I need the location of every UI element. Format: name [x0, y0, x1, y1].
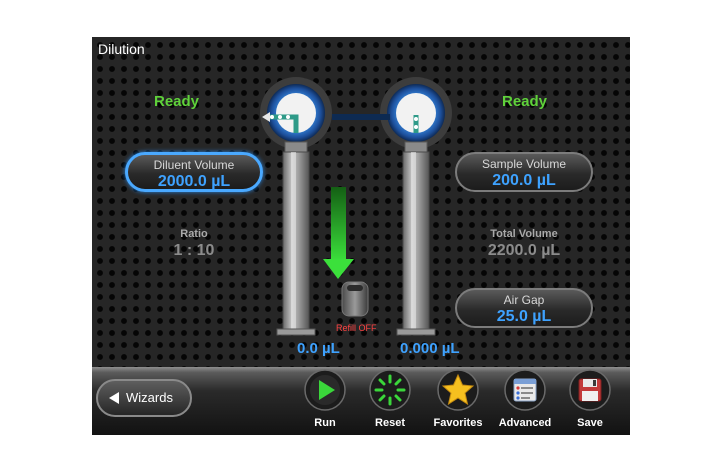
sample-volume-button[interactable]: Sample Volume 200.0 µL	[455, 152, 593, 192]
reset-label: Reset	[375, 417, 405, 429]
star-icon	[437, 369, 479, 411]
screen-title: Dilution	[98, 41, 145, 57]
save-button[interactable]: Save	[558, 369, 622, 433]
right-syringe	[396, 141, 436, 336]
air-gap-label: Air Gap	[503, 293, 545, 307]
ratio-display: Ratio 1 : 10	[144, 228, 244, 260]
reservoir-icon	[341, 281, 369, 317]
floppy-disk-icon	[569, 369, 611, 411]
ratio-value: 1 : 10	[173, 242, 215, 259]
reset-button[interactable]: Reset	[358, 369, 422, 433]
refill-status: Refill OFF	[336, 323, 377, 333]
save-label: Save	[577, 417, 603, 429]
right-syringe-volume: 0.000 µL	[400, 340, 460, 357]
advanced-label: Advanced	[498, 417, 552, 429]
total-volume-display: Total Volume 2200.0 µL	[464, 228, 584, 260]
diluent-volume-value: 2000.0 µL	[157, 173, 231, 190]
wizards-button[interactable]: Wizards	[96, 379, 192, 417]
left-valve	[260, 77, 332, 149]
left-status: Ready	[154, 93, 200, 110]
main-panel: Dilution Ready Ready Diluent Volume 2000…	[92, 37, 630, 367]
advanced-settings-icon	[504, 369, 546, 411]
play-icon	[304, 369, 346, 411]
dilution-screen: Dilution Ready Ready Diluent Volume 2000…	[92, 37, 630, 435]
diluent-volume-button[interactable]: Diluent Volume 2000.0 µL	[125, 152, 263, 192]
sample-volume-value: 200.0 µL	[492, 172, 556, 189]
total-volume-value: 2200.0 µL	[487, 242, 561, 259]
left-syringe	[276, 141, 316, 336]
total-volume-label: Total Volume	[490, 228, 558, 240]
wizards-label: Wizards	[126, 390, 173, 405]
right-status: Ready	[502, 93, 548, 110]
run-button[interactable]: Run	[293, 369, 357, 433]
bottom-toolbar: Wizards Run Reset Favorites Advanced Sav…	[92, 367, 630, 435]
sample-volume-label: Sample Volume	[481, 157, 567, 171]
favorites-label: Favorites	[433, 417, 483, 429]
valve-connector	[376, 114, 390, 120]
run-label: Run	[314, 417, 336, 429]
air-gap-button[interactable]: Air Gap 25.0 µL	[455, 288, 593, 328]
advanced-button[interactable]: Advanced	[493, 369, 557, 433]
favorites-button[interactable]: Favorites	[426, 369, 490, 433]
flow-arrow-icon	[323, 187, 354, 279]
reset-icon	[369, 369, 411, 411]
air-gap-value: 25.0 µL	[496, 308, 552, 325]
left-syringe-volume: 0.0 µL	[297, 340, 340, 357]
ratio-label: Ratio	[180, 228, 208, 240]
diluent-volume-label: Diluent Volume	[153, 158, 235, 172]
right-valve	[380, 77, 452, 149]
back-arrow-icon	[109, 392, 119, 404]
